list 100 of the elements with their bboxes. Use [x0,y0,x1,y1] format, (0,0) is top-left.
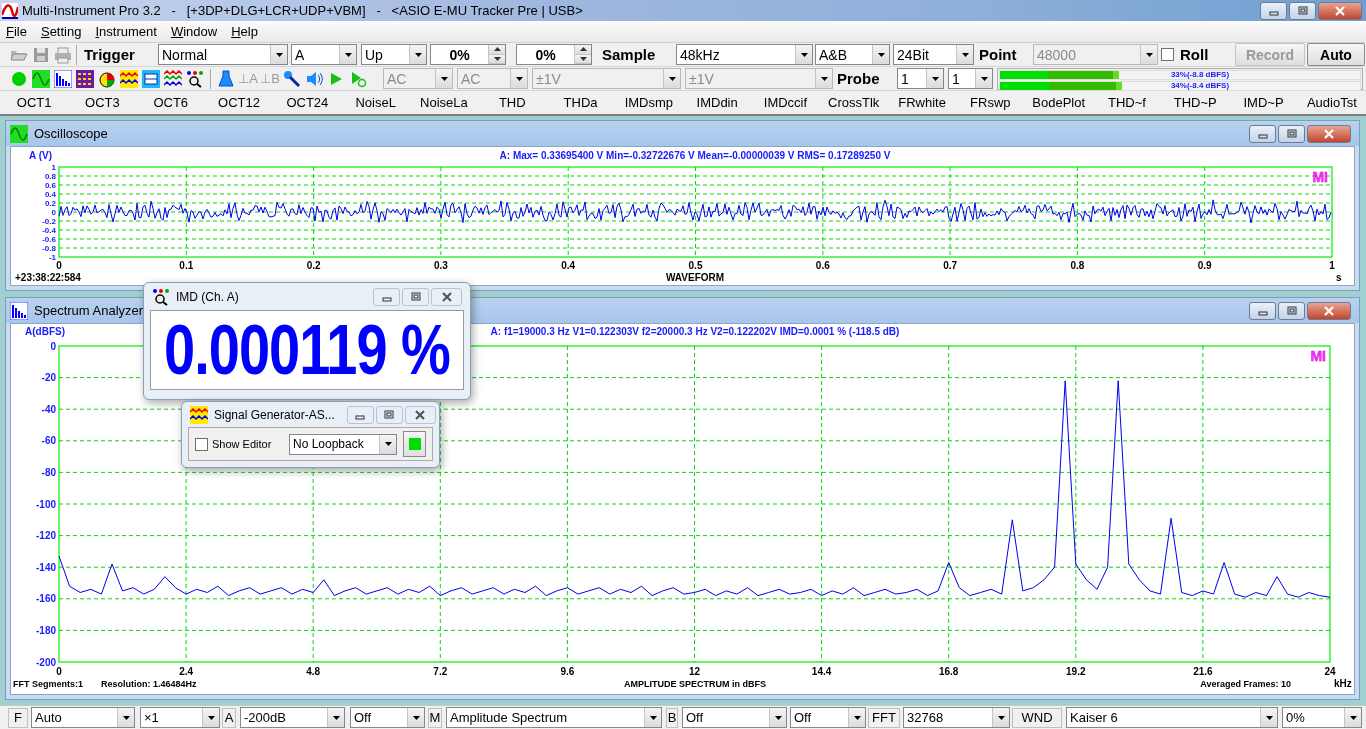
checkbox-label[interactable]: Roll [1180,46,1209,63]
toolbar-button[interactable]: Auto [1307,43,1365,66]
dropdown[interactable]: 1 [897,68,944,89]
flask-icon[interactable] [217,69,235,88]
dropdown[interactable]: 0% [1282,707,1362,728]
axis-tick-label: 21.6 [1193,666,1213,677]
dropdown[interactable]: Normal [158,44,288,65]
dropdown[interactable]: Up [361,44,427,65]
restore-button[interactable] [375,405,403,424]
probe-icon[interactable] [283,69,301,88]
down-arrow-icon[interactable] [493,56,501,61]
menu-item[interactable]: Window [164,22,226,41]
close-icon [414,409,427,420]
logo-text: MI [1310,348,1326,364]
macro-button[interactable]: IMDsmp [624,92,674,113]
macro-button[interactable]: NoiseLa [420,92,468,113]
run-button[interactable] [403,431,426,457]
minimize-button[interactable] [1249,124,1276,143]
menu-item[interactable]: File [0,22,35,41]
macro-button[interactable]: FRwhite [898,92,946,113]
sine-wave-icon[interactable] [32,69,50,88]
macro-button[interactable]: OCT12 [218,92,260,113]
dropdown[interactable]: Kaiser 6 [1066,707,1278,728]
macro-button[interactable]: IMDccif [763,92,808,113]
minimize-button[interactable] [373,287,400,306]
dropdown[interactable]: 32768 [903,707,1010,728]
magnifier-icon[interactable] [186,69,204,88]
restore-button[interactable] [1278,124,1305,143]
dropdown[interactable]: Amplitude Spectrum [446,707,662,728]
checkbox-label[interactable]: Show Editor [212,438,272,450]
axis-tick-label: 2.4 [179,666,194,677]
macro-button[interactable]: CrossTlk [828,92,880,113]
spin-field[interactable]: 0% [430,44,506,65]
measurement-readout: A: f1=19000.3 Hz V1=0.122303V f2=20000.3 Hz V2=0.122202V IMD=0.0001 % (-118.5 dB) [490,326,900,337]
waveform-icon[interactable] [120,69,138,88]
dropdown[interactable]: Off [350,707,425,728]
minimize-button[interactable] [1249,301,1276,320]
axis-title: WAVEFORM [665,272,725,283]
logo-text: MI [1312,169,1328,185]
close-button[interactable] [1307,301,1351,320]
minimize-button[interactable] [1260,1,1287,20]
axis-tick-label: 0 [56,666,62,677]
checkbox[interactable] [195,437,208,451]
axis-title: AMPLITUDE SPECTRUM in dBFS [624,679,766,689]
dropdown[interactable]: No Loopback [289,433,397,455]
close-button[interactable] [1307,124,1351,143]
dropdown[interactable]: ×1 [140,707,220,728]
speaker-icon[interactable] [305,69,323,88]
macro-button[interactable]: OCT3 [85,92,120,113]
pie-icon[interactable] [98,69,116,88]
axis-tick-label: 0.8 [44,171,56,181]
dropdown[interactable]: -200dB [240,707,345,728]
macro-button[interactable]: IMDdin [696,92,738,113]
dropdown[interactable]: A&B [815,44,890,65]
waveform-icon [190,405,208,424]
wave-lines-icon[interactable] [164,69,182,88]
close-button[interactable] [404,405,436,424]
restore-button[interactable] [402,287,429,306]
dropdown[interactable]: Auto [31,707,135,728]
dropdown[interactable]: 48kHz [676,44,813,65]
measurement-readout: A: Max= 0.33695400 V Min=-0.32722676 V Mean=-0.00000039 V RMS= 0.17289250 V [499,150,891,161]
close-button[interactable] [431,287,462,306]
down-arrow-icon[interactable] [579,56,587,61]
macro-button[interactable]: AudioTst [1306,92,1357,113]
menu-item[interactable]: Help [225,22,266,41]
dropdown[interactable]: 1 [948,68,993,89]
status-text: Resolution: 1.46484Hz [101,679,197,689]
menu-item[interactable]: Setting [34,22,90,41]
macro-button[interactable]: FRswp [970,92,1011,113]
caret-icon [668,76,676,81]
macro-button[interactable]: THDa [563,92,598,113]
macro-button[interactable]: NoiseL [355,92,396,113]
macro-button[interactable]: IMD~P [1243,92,1284,113]
macro-button[interactable]: BodePlot [1032,92,1086,113]
bar-chart-icon[interactable] [54,69,72,88]
chip-icon[interactable] [142,69,160,88]
dropdown[interactable]: 24Bit [893,44,974,65]
dropdown[interactable]: Off [790,707,866,728]
up-arrow-icon[interactable] [493,47,501,52]
window-title: Signal Generator-AS... [214,407,335,422]
seven-segment-icon[interactable] [76,69,94,88]
restore-button[interactable] [1278,301,1305,320]
checkbox[interactable] [1161,48,1174,61]
macro-button[interactable]: OCT1 [16,92,52,113]
macro-button[interactable]: THD~f [1108,92,1146,113]
macro-button[interactable]: OCT24 [286,92,329,113]
spin-field[interactable]: 0% [516,44,592,65]
restore-button[interactable] [1289,1,1316,20]
macro-button[interactable]: THD [498,92,526,113]
up-arrow-icon[interactable] [579,47,587,52]
macro-button[interactable]: THD~P [1173,92,1217,113]
minimize-button[interactable] [346,405,374,424]
macro-button[interactable]: OCT6 [153,92,189,113]
field-label: Probe [836,69,881,89]
menu-item[interactable]: Instrument [89,22,165,41]
caret-icon [332,715,340,720]
dropdown[interactable]: A [291,44,357,65]
close-button[interactable] [1318,1,1362,20]
save-icon[interactable] [32,45,50,64]
dropdown[interactable]: Off [682,707,787,728]
